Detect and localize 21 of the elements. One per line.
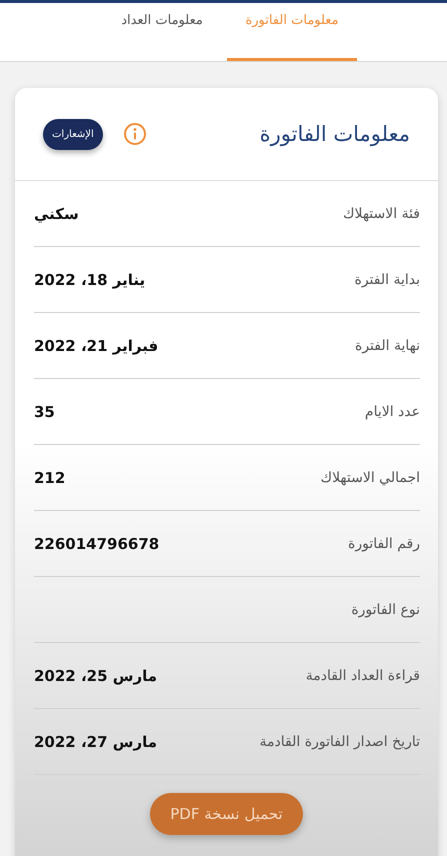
field-label: عدد الايام — [364, 404, 420, 420]
info-icon[interactable] — [122, 122, 147, 146]
field-label: بداية الفترة — [354, 272, 420, 288]
field-value: مارس 25، 2022 — [34, 666, 158, 684]
field-label: نوع الفاتورة — [351, 602, 420, 618]
card-title: معلومات الفاتورة — [258, 122, 410, 146]
field-label: نهاية الفترة — [355, 338, 420, 354]
notifications-button[interactable]: الإشعارات — [43, 118, 103, 150]
field-label: اجمالي الاستهلاك — [320, 470, 420, 486]
field-label: قراءة العداد القادمة — [306, 668, 420, 684]
field-value: مارس 27، 2022 — [34, 732, 158, 750]
field-value: يناير 18، 2022 — [34, 270, 146, 288]
field-label: تاريخ اصدار الفاتورة القادمة — [260, 734, 420, 750]
field-value: 35 — [34, 402, 55, 420]
field-value: سكني — [34, 204, 79, 222]
field-value: 226014796678 — [34, 534, 160, 552]
field-label: رقم الفاتورة — [348, 536, 420, 552]
field-value: 212 — [34, 468, 66, 486]
field-label: فئة الاستهلاك — [342, 206, 420, 222]
field-value: فبراير 21، 2022 — [34, 336, 158, 354]
tab[interactable]: معلومات العداد — [97, 3, 227, 61]
